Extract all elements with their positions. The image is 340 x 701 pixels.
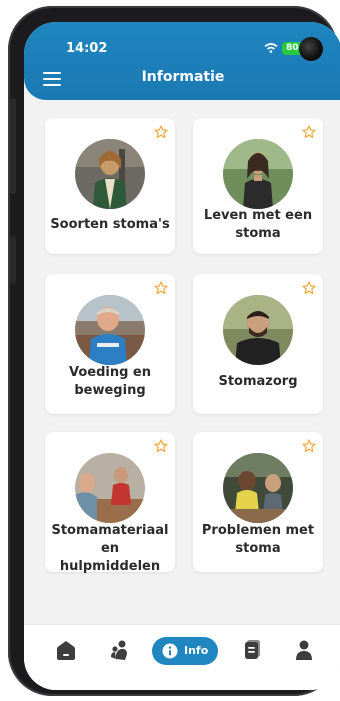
card-stomamateriaal-en-hulpmiddelen[interactable]: Stomamateriaal en hulpmiddelen (45, 432, 175, 574)
avatar (75, 139, 145, 209)
card-leven-met-een-stoma[interactable]: Leven met een stoma (193, 118, 323, 254)
profile-icon[interactable] (291, 637, 317, 663)
avatar (75, 295, 145, 365)
app-screen: 14:02 80 Informatie Soorten stoma's Leve… (24, 22, 340, 690)
app-header: 14:02 80 Informatie (24, 22, 340, 100)
avatar (223, 295, 293, 365)
card-label-line-1: Stomamateriaal (51, 523, 169, 538)
volume-button (10, 98, 16, 194)
people-icon[interactable] (107, 637, 133, 663)
documents-icon[interactable] (239, 637, 265, 663)
card-label-line-1: Soorten stoma's (50, 217, 170, 232)
card-stomazorg[interactable]: Stomazorg (193, 274, 323, 414)
card-label-line-1: Problemen met (201, 523, 315, 538)
card-label: Problemen met stoma (197, 522, 319, 558)
star-icon[interactable] (302, 125, 316, 139)
card-label: Voeding en beweging (49, 364, 171, 400)
card-problemen-met-stoma[interactable]: Problemen met stoma (193, 432, 323, 572)
side-button (10, 236, 16, 284)
status-time: 14:02 (66, 41, 108, 56)
card-label: Leven met een stoma (197, 207, 319, 243)
avatar (223, 453, 293, 523)
card-label-line-1: Voeding en (68, 365, 152, 380)
home-icon[interactable] (53, 637, 79, 663)
nav-info-label: Info (184, 644, 209, 657)
avatar (223, 139, 293, 209)
star-icon[interactable] (154, 439, 168, 453)
card-label-line-2: beweging (74, 383, 146, 398)
avatar (75, 453, 145, 523)
card-label: Stomazorg (197, 373, 319, 391)
card-soorten-stomas[interactable]: Soorten stoma's (45, 118, 175, 254)
star-icon[interactable] (302, 439, 316, 453)
star-icon[interactable] (302, 281, 316, 295)
wifi-icon (264, 43, 278, 53)
card-label-line-1: Stomazorg (218, 374, 298, 389)
bottom-navigation: Info (24, 624, 340, 690)
card-voeding-en-beweging[interactable]: Voeding en beweging (45, 274, 175, 414)
front-camera (299, 37, 323, 61)
card-label-line-1: Leven met een (203, 208, 313, 223)
phone-frame: 14:02 80 Informatie Soorten stoma's Leve… (8, 6, 340, 696)
page-title: Informatie (141, 69, 225, 85)
card-label-line-2: en hulpmiddelen (59, 541, 161, 574)
info-icon (162, 643, 178, 659)
card-label: Stomamateriaal en hulpmiddelen (49, 522, 171, 576)
card-label-line-2: stoma (235, 226, 281, 241)
nav-info-button[interactable]: Info (152, 637, 218, 665)
card-label: Soorten stoma's (49, 216, 171, 234)
star-icon[interactable] (154, 281, 168, 295)
card-label-line-2: stoma (235, 541, 281, 556)
star-icon[interactable] (154, 125, 168, 139)
